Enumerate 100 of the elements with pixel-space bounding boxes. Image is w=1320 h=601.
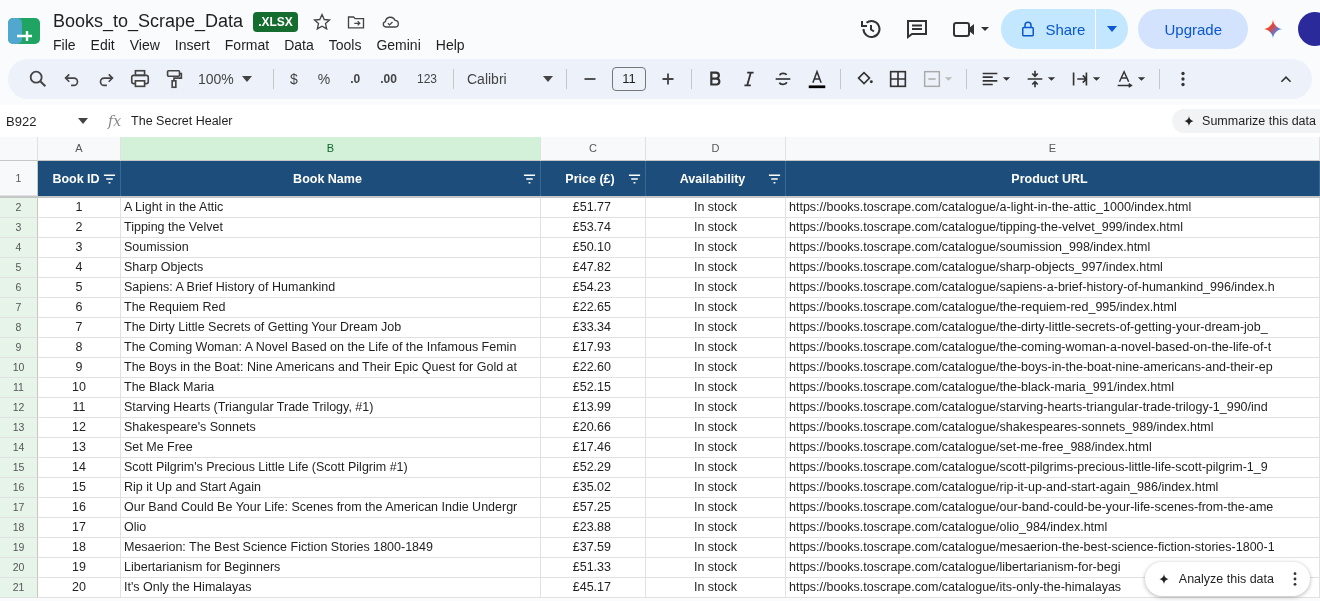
row-header[interactable]: 1 [0, 161, 38, 196]
table-cell: https://books.toscrape.com/catalogue/sharp-objects_997/index.html [786, 258, 1320, 278]
increase-decimal-button[interactable]: .00 [371, 72, 406, 86]
comment-icon[interactable] [905, 17, 930, 41]
filter-icon[interactable] [768, 173, 781, 184]
row-header[interactable]: 18 [0, 518, 38, 538]
row-header[interactable]: 3 [0, 218, 38, 238]
table-cell: Rip it Up and Start Again [121, 478, 541, 498]
column-header[interactable]: E [786, 137, 1320, 161]
table-cell: £22.65 [541, 298, 646, 318]
menu-item[interactable]: View [129, 36, 160, 53]
table-cell: £57.25 [541, 498, 646, 518]
menu-item[interactable]: Tools [328, 36, 362, 53]
table-cell: £52.29 [541, 458, 646, 478]
menu-item[interactable]: Edit [90, 36, 115, 53]
menu-item[interactable]: Gemini [376, 36, 421, 53]
row-header[interactable]: 21 [0, 578, 38, 598]
row-header[interactable]: 11 [0, 378, 38, 398]
table-cell: https://books.toscrape.com/catalogue/the-boys-in-the-boat-nine-americans-and-their-ep [786, 358, 1320, 378]
row-header[interactable]: 19 [0, 538, 38, 558]
filter-icon[interactable] [523, 173, 536, 184]
summarize-chip[interactable]: Summarize this data [1172, 109, 1320, 133]
header-cell: Product URL [786, 161, 1320, 196]
menu-item[interactable]: Format [224, 36, 270, 53]
table-cell: 17 [38, 518, 121, 538]
sheets-logo-icon[interactable] [8, 18, 40, 44]
menu-item[interactable]: Insert [174, 36, 210, 53]
row-header[interactable]: 16 [0, 478, 38, 498]
document-title[interactable]: Books_to_Scrape_Data [53, 11, 244, 32]
row-header[interactable]: 7 [0, 298, 38, 318]
caret-icon [78, 118, 88, 124]
table-cell: 13 [38, 438, 121, 458]
table-cell: 19 [38, 558, 121, 578]
row-header[interactable]: 6 [0, 278, 38, 298]
table-cell: 7 [38, 318, 121, 338]
table-cell: £37.59 [541, 538, 646, 558]
row-header[interactable]: 4 [0, 238, 38, 258]
row-header[interactable]: 13 [0, 418, 38, 438]
row-header[interactable]: 10 [0, 358, 38, 378]
table-cell: Sharp Objects [121, 258, 541, 278]
font-dropdown[interactable]: Calibri [461, 71, 559, 87]
row-header[interactable]: 2 [0, 198, 38, 218]
menu-item[interactable]: Help [435, 36, 465, 53]
caret-icon [1107, 26, 1118, 32]
menu-item[interactable]: Data [284, 36, 314, 53]
menu-item[interactable]: File [53, 36, 76, 53]
font-size-field[interactable]: 11 [612, 67, 646, 91]
row-header[interactable]: 12 [0, 398, 38, 418]
table-cell: 8 [38, 338, 121, 358]
table-cell: In stock [646, 298, 786, 318]
row-header[interactable]: 17 [0, 498, 38, 518]
table-cell: https://books.toscrape.com/catalogue/mesaerion-the-best-science-fiction-stories-1800-1 [786, 538, 1320, 558]
zoom-dropdown[interactable]: 100% [192, 71, 266, 87]
column-header[interactable]: A [38, 137, 121, 161]
percent-format-button[interactable]: % [308, 71, 340, 87]
column-header[interactable]: D [646, 137, 786, 161]
function-label: fx [108, 113, 122, 129]
row-header[interactable]: 15 [0, 458, 38, 478]
table-cell: Libertarianism for Beginners [121, 558, 541, 578]
formula-input[interactable]: The Secret Healer [131, 114, 233, 128]
number-format-button[interactable]: 123 [407, 72, 446, 86]
more-options-icon[interactable] [1292, 571, 1298, 587]
decrease-decimal-button[interactable]: .0 [341, 72, 370, 86]
table-cell: 10 [38, 378, 121, 398]
row-header[interactable]: 20 [0, 558, 38, 578]
currency-format-button[interactable]: $ [281, 71, 307, 87]
row-header[interactable]: 5 [0, 258, 38, 278]
table-cell: 12 [38, 418, 121, 438]
share-button[interactable]: Share [1001, 9, 1096, 49]
header-cell: Availability [646, 161, 786, 196]
share-dropdown-button[interactable] [1096, 9, 1129, 49]
table-cell: £23.88 [541, 518, 646, 538]
table-cell: Mesaerion: The Best Science Fiction Stories 1800-1849 [121, 538, 541, 558]
table-cell: In stock [646, 498, 786, 518]
star-icon[interactable] [311, 11, 332, 32]
column-header[interactable]: B [121, 137, 541, 161]
table-cell: In stock [646, 458, 786, 478]
table-cell: In stock [646, 218, 786, 238]
table-cell: 16 [38, 498, 121, 518]
table-cell: In stock [646, 338, 786, 358]
table-cell: In stock [646, 238, 786, 258]
table-cell: £33.34 [541, 318, 646, 338]
table-cell: https://books.toscrape.com/catalogue/the-dirty-little-secrets-of-getting-your-dream-job_ [786, 318, 1320, 338]
row-header[interactable]: 8 [0, 318, 38, 338]
table-cell: £13.99 [541, 398, 646, 418]
row-header[interactable]: 14 [0, 438, 38, 458]
table-cell: https://books.toscrape.com/catalogue/scott-pilgrims-precious-little-life-scott-pilgrim-1_9 [786, 458, 1320, 478]
upgrade-button[interactable]: Upgrade [1138, 9, 1248, 49]
table-cell: £22.60 [541, 358, 646, 378]
filter-icon[interactable] [103, 173, 116, 184]
row-header[interactable]: 9 [0, 338, 38, 358]
table-cell: 4 [38, 258, 121, 278]
column-header[interactable]: C [541, 137, 646, 161]
table-cell: 1 [38, 198, 121, 218]
table-cell: https://books.toscrape.com/catalogue/a-light-in-the-attic_1000/index.html [786, 198, 1320, 218]
filter-icon[interactable] [628, 173, 641, 184]
table-cell: £54.23 [541, 278, 646, 298]
table-cell: £52.15 [541, 378, 646, 398]
table-cell: £51.77 [541, 198, 646, 218]
cell-reference-box[interactable]: B922 [0, 113, 94, 129]
